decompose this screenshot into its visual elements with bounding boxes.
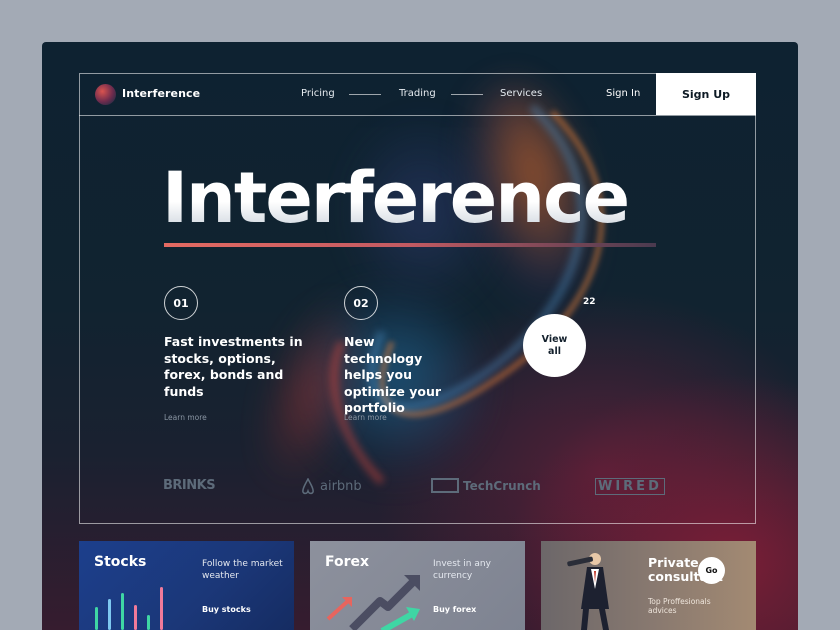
- brand-name[interactable]: Interference: [122, 87, 200, 100]
- nav-link-trading[interactable]: Trading: [399, 88, 436, 99]
- partner-logo-techcrunch: TechCrunch: [431, 478, 541, 493]
- feature-text: New technology helps you optimize your p…: [344, 334, 442, 415]
- hero-title: Interference: [162, 157, 630, 239]
- businessman-telescope-illustration: [567, 553, 609, 630]
- top-nav: Interference Pricing Trading Services Si…: [79, 73, 756, 116]
- buy-forex-link[interactable]: Buy forex: [433, 605, 476, 614]
- sign-up-button[interactable]: Sign Up: [656, 73, 756, 115]
- card-title: Forex: [325, 554, 370, 570]
- wired-wordmark: WIRED: [595, 478, 665, 495]
- nav-divider: [349, 94, 381, 95]
- view-all-label: View all: [541, 333, 568, 357]
- card-subtitle: Follow the market weather: [202, 559, 283, 581]
- feature-number: 02: [344, 286, 378, 320]
- forex-card[interactable]: Forex Invest in any currency Buy forex: [310, 541, 525, 630]
- partner-logo-airbnb: airbnb: [300, 478, 362, 495]
- exchange-arrows-icon: [326, 575, 420, 630]
- buy-stocks-link[interactable]: Buy stocks: [202, 605, 251, 614]
- go-button[interactable]: Go: [698, 557, 725, 584]
- airbnb-wordmark: airbnb: [320, 479, 362, 494]
- partner-logo-brinks: BRINKS: [163, 478, 216, 493]
- techcrunch-wordmark: TechCrunch: [463, 478, 541, 493]
- stocks-card[interactable]: Stocks Follow the market weather Buy sto…: [79, 541, 294, 630]
- card-subtitle: Top Proffesionals advices: [648, 597, 711, 615]
- page-window: Interference Pricing Trading Services Si…: [42, 42, 798, 630]
- learn-more-link[interactable]: Learn more: [344, 413, 387, 422]
- partner-logo-wired: WIRED: [595, 478, 665, 495]
- card-subtitle: Invest in any currency: [433, 559, 491, 581]
- logo-icon[interactable]: [95, 84, 116, 105]
- sign-in-link[interactable]: Sign In: [606, 88, 640, 99]
- feature-text: Fast investments in stocks, options, for…: [164, 334, 303, 399]
- view-all-button[interactable]: View all: [523, 314, 586, 377]
- nav-divider: [451, 94, 483, 95]
- learn-more-link[interactable]: Learn more: [164, 413, 207, 422]
- candlestick-chart-icon: [95, 587, 163, 630]
- airbnb-icon: [302, 478, 314, 495]
- nav-link-services[interactable]: Services: [500, 88, 542, 99]
- item-counter: 22: [583, 297, 596, 307]
- nav-link-pricing[interactable]: Pricing: [301, 88, 335, 99]
- card-title: Stocks: [94, 554, 147, 570]
- feature-number: 01: [164, 286, 198, 320]
- consultant-card[interactable]: Private consultant Top Proffesionals adv…: [541, 541, 756, 630]
- techcrunch-icon: [431, 478, 459, 493]
- hero-underline: [164, 243, 656, 247]
